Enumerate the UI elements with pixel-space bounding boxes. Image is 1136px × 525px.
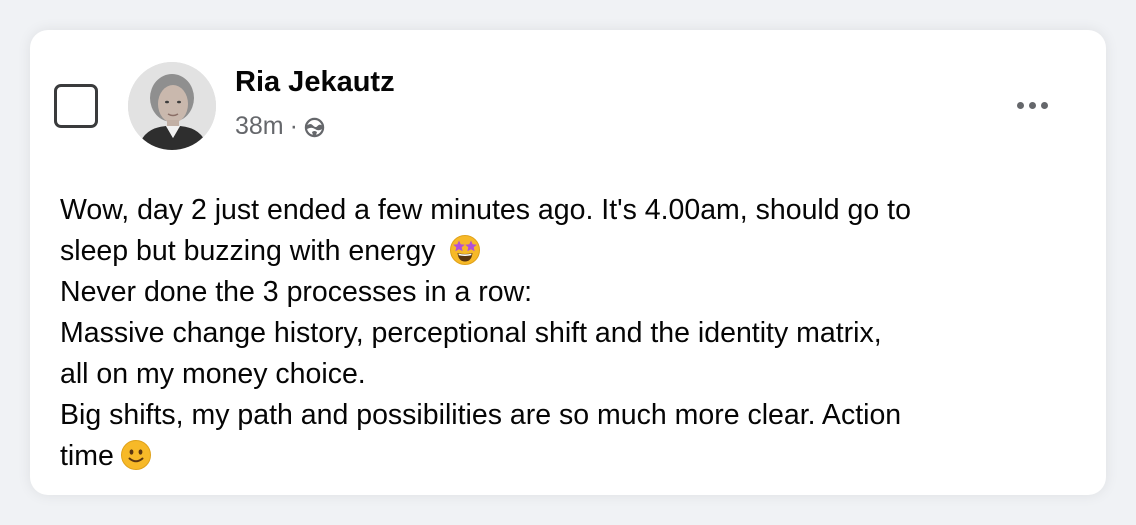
post-card: Ria Jekautz 38m · Wow, day 2 just ended …: [30, 30, 1106, 495]
post-text-line-with-emoji: time: [60, 436, 1080, 477]
more-dot: [1040, 101, 1048, 109]
more-options-button[interactable]: [1008, 90, 1056, 120]
post-meta: 38m ·: [235, 112, 325, 141]
post-body: Wow, day 2 just ended a few minutes ago.…: [60, 190, 1080, 477]
slightly-smiling-emoji-icon: [120, 439, 152, 471]
post-text-line: Wow, day 2 just ended a few minutes ago.…: [60, 194, 911, 226]
avatar[interactable]: [128, 62, 216, 150]
select-checkbox[interactable]: [54, 84, 98, 128]
meta-separator: ·: [289, 112, 298, 140]
more-dot: [1016, 101, 1024, 109]
post-text-segment: sleep but buzzing with energy: [60, 235, 444, 267]
star-struck-emoji-icon: [449, 234, 481, 266]
post-timestamp[interactable]: 38m: [235, 112, 284, 141]
post-text-line: Massive change history, perceptional shi…: [60, 317, 882, 349]
post-text-line: Big shifts, my path and possibilities ar…: [60, 399, 902, 431]
post-text-line-with-emoji: sleep but buzzing with energy: [60, 231, 1080, 272]
more-dot: [1028, 101, 1036, 109]
author-name[interactable]: Ria Jekautz: [235, 66, 395, 99]
post-text-line: Never done the 3 processes in a row:: [60, 276, 533, 308]
post-text-line: all on my money choice.: [60, 358, 366, 390]
globe-icon[interactable]: [304, 116, 325, 138]
avatar-photo: [128, 62, 216, 150]
post-text-segment: time: [60, 440, 114, 472]
